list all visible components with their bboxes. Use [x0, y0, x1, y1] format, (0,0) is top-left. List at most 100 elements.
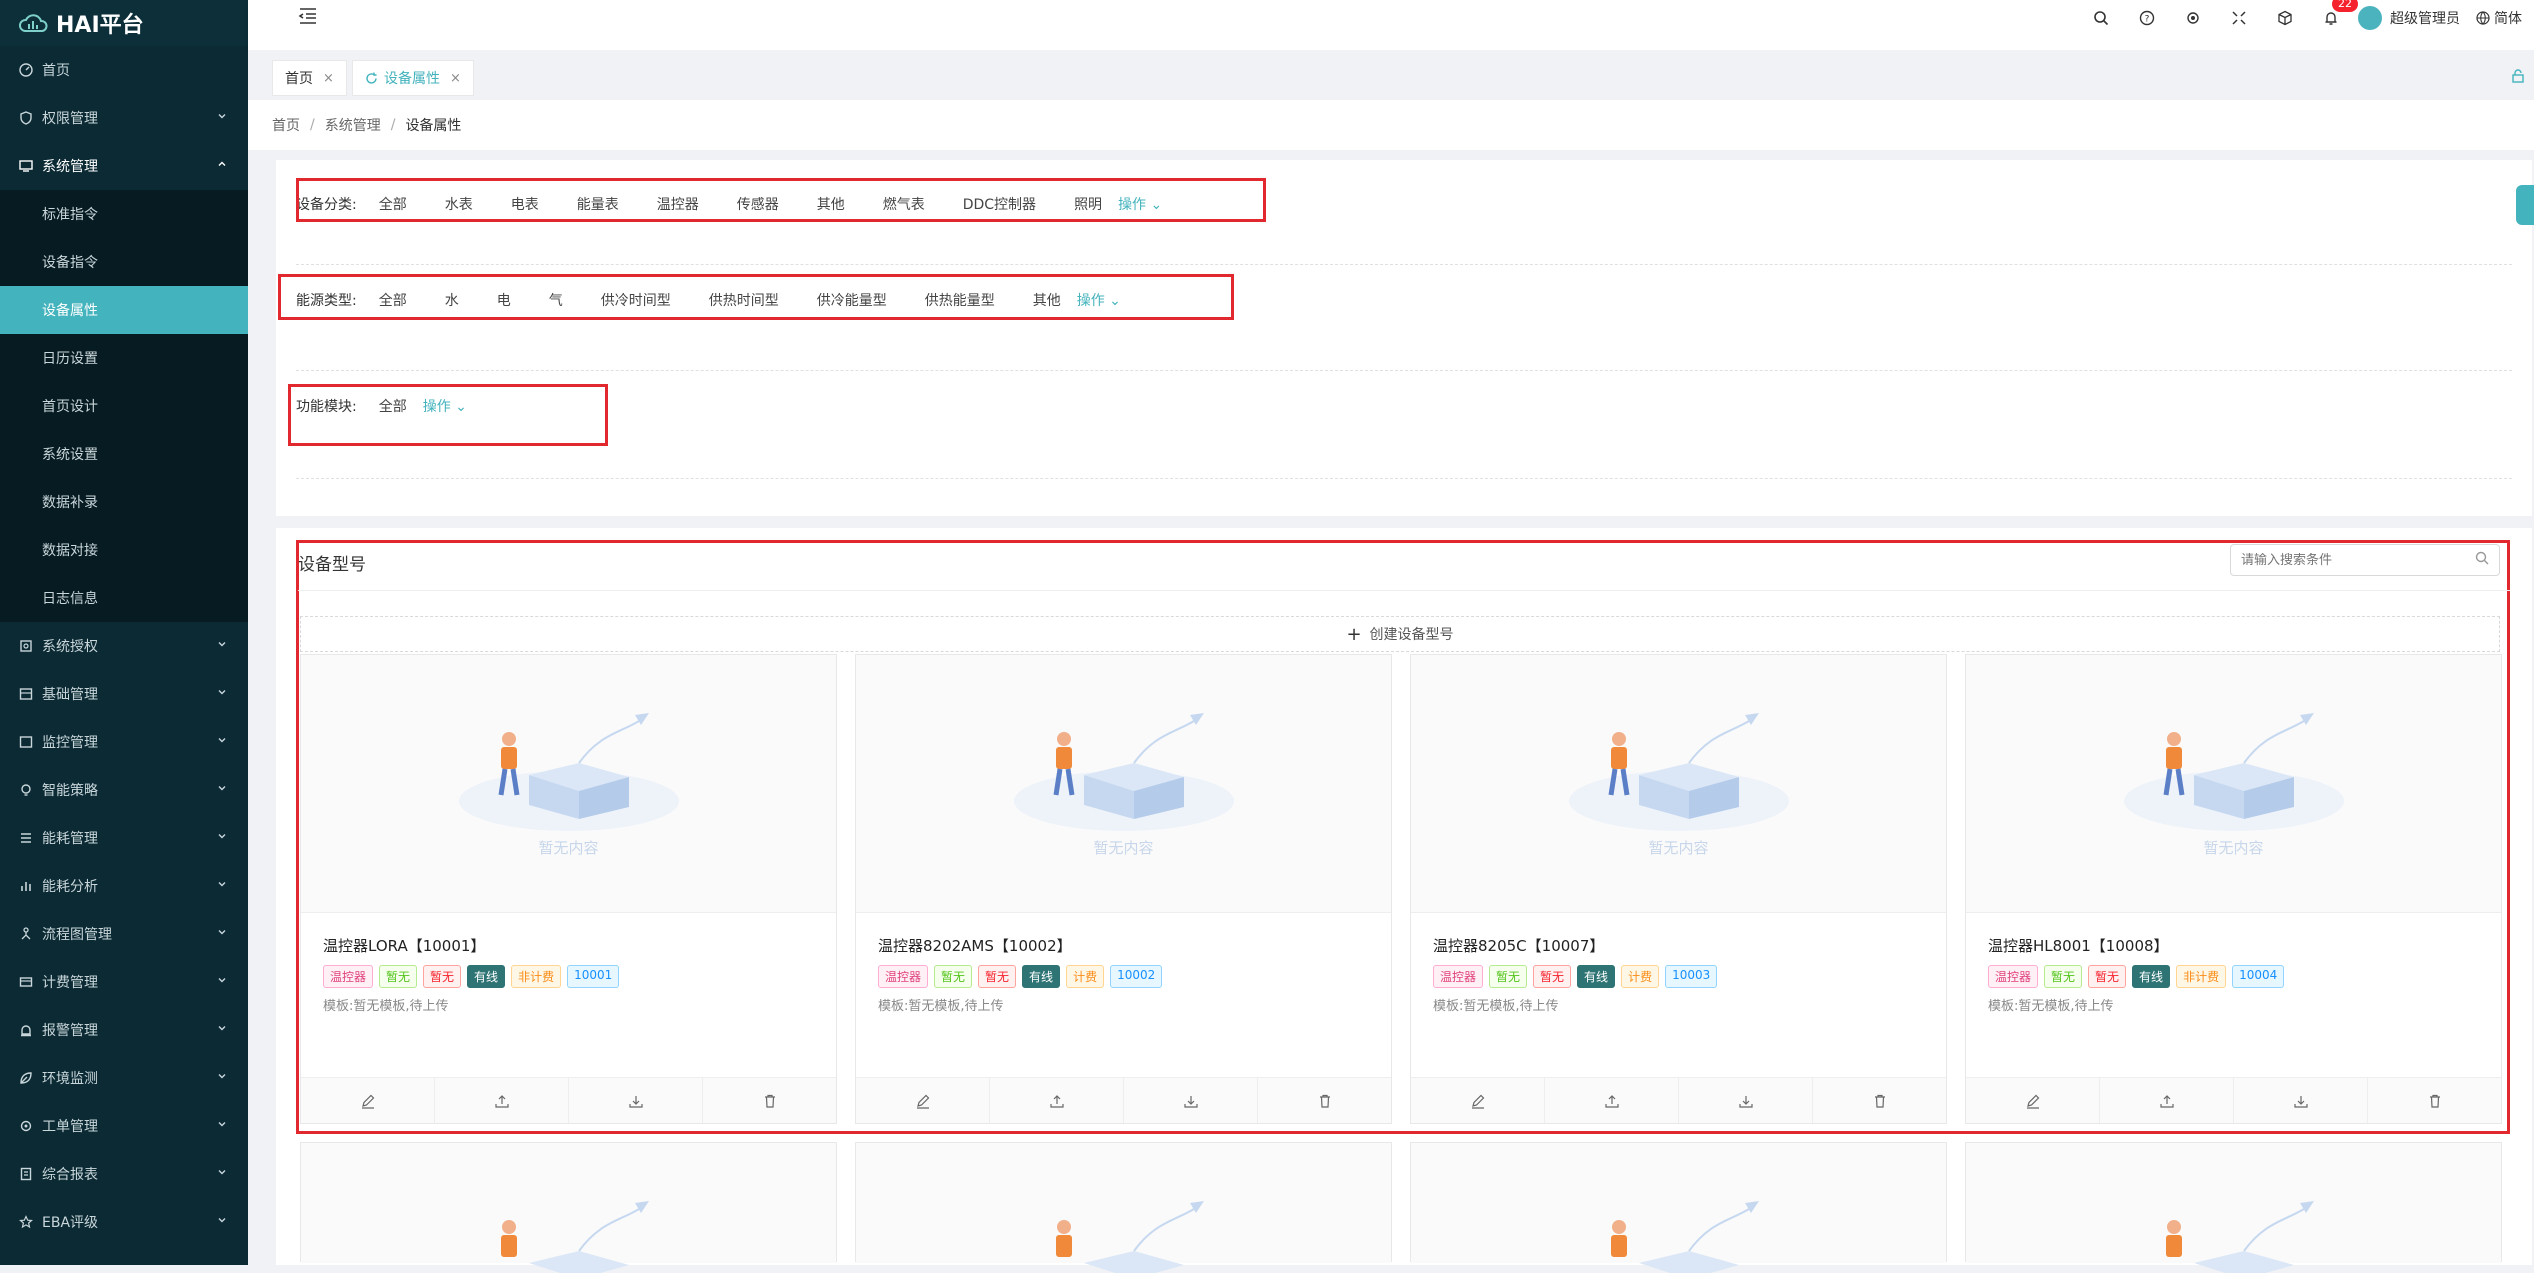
sidebar-item-authorization[interactable]: 系统授权 — [0, 622, 248, 670]
cube-icon[interactable] — [2262, 0, 2308, 36]
create-model-button[interactable]: + 创建设备型号 — [300, 616, 2500, 652]
globe-icon — [2476, 11, 2490, 25]
tag-brand: 暂无 — [379, 965, 418, 988]
notification-bell-icon[interactable]: 22 — [2308, 0, 2358, 36]
download-icon[interactable] — [569, 1078, 703, 1123]
search-box[interactable] — [2230, 544, 2500, 576]
edit-icon[interactable] — [301, 1078, 435, 1123]
search-input[interactable] — [2241, 552, 2475, 568]
top-header: ? 22 超级管理员 简体 — [248, 0, 2534, 50]
sidebar-item-basic[interactable]: 基础管理 — [0, 670, 248, 718]
card-meta: 模板:暂无模板,待上传 — [1988, 999, 2114, 1014]
upload-icon[interactable] — [1545, 1078, 1679, 1123]
sidebar-item-system[interactable]: 系统管理 — [0, 142, 248, 190]
search-icon[interactable] — [2475, 551, 2489, 569]
close-icon[interactable]: × — [450, 71, 461, 86]
download-icon[interactable] — [1679, 1078, 1813, 1123]
sidebar-item-alarm[interactable]: 报警管理 — [0, 1006, 248, 1054]
help-icon[interactable]: ? — [2124, 0, 2170, 36]
model-card[interactable] — [1410, 1142, 1947, 1273]
plus-icon: + — [1346, 623, 1362, 645]
header-right: ? 22 超级管理员 简体 — [2078, 0, 2534, 36]
grid-icon — [18, 686, 34, 702]
sidebar-subitem-standard-command[interactable]: 标准指令 — [0, 190, 248, 238]
sidebar-item-flowchart[interactable]: 流程图管理 — [0, 910, 248, 958]
tag-model: 暂无 — [2088, 965, 2127, 988]
edit-icon[interactable] — [856, 1078, 990, 1123]
model-card[interactable] — [1965, 1142, 2502, 1273]
model-card[interactable]: 暂无内容 温控器LORA【10001】 温控器 暂无 暂无 有线 非计费 100… — [300, 654, 837, 1124]
breadcrumb-home[interactable]: 首页 — [272, 115, 300, 135]
card-title: 温控器8202AMS【10002】 — [878, 937, 1072, 955]
license-icon — [18, 638, 34, 654]
sidebar-item-environment[interactable]: 环境监测 — [0, 1054, 248, 1102]
close-icon[interactable]: × — [323, 71, 334, 86]
sidebar-item-energy[interactable]: 能耗管理 — [0, 814, 248, 862]
sidebar: HAI平台 首页 权限管理 系统管理 标准指令 设备指令 设备属性 日历设置 首… — [0, 0, 248, 1265]
sidebar-subitem-data-integration[interactable]: 数据对接 — [0, 526, 248, 574]
user-menu[interactable]: 超级管理员 — [2354, 6, 2476, 30]
sidebar-subitem-system-settings[interactable]: 系统设置 — [0, 430, 248, 478]
chevron-down-icon — [216, 686, 228, 698]
delete-icon[interactable] — [703, 1078, 836, 1123]
screen-icon — [18, 734, 34, 750]
model-card[interactable] — [300, 1142, 837, 1273]
settings-drawer-tab[interactable] — [2516, 185, 2534, 225]
menu-fold-icon[interactable] — [298, 6, 318, 26]
tag-brand: 暂无 — [2044, 965, 2083, 988]
fullscreen-icon[interactable] — [2216, 0, 2262, 36]
tab-device-attribute[interactable]: 设备属性 × — [352, 60, 474, 96]
model-card[interactable]: 暂无内容 温控器8205C【10007】 温控器 暂无 暂无 有线 计费 100… — [1410, 654, 1947, 1124]
sidebar-subitem-logs[interactable]: 日志信息 — [0, 574, 248, 622]
sidebar-item-strategy[interactable]: 智能策略 — [0, 766, 248, 814]
empty-illustration: 暂无内容 — [301, 655, 836, 913]
model-card[interactable]: 暂无内容 温控器8202AMS【10002】 温控器 暂无 暂无 有线 计费 1… — [855, 654, 1392, 1124]
sidebar-item-report[interactable]: 综合报表 — [0, 1150, 248, 1198]
sidebar-subitem-device-attribute[interactable]: 设备属性 — [0, 286, 248, 334]
sidebar-subitem-home-design[interactable]: 首页设计 — [0, 382, 248, 430]
empty-text: 暂无内容 — [1648, 839, 1709, 857]
sidebar-subitem-calendar[interactable]: 日历设置 — [0, 334, 248, 382]
theme-icon[interactable] — [2170, 0, 2216, 36]
edit-icon[interactable] — [1411, 1078, 1545, 1123]
sidebar-subitem-data-supplement[interactable]: 数据补录 — [0, 478, 248, 526]
model-card[interactable]: 暂无内容 温控器HL8001【10008】 温控器 暂无 暂无 有线 非计费 1… — [1965, 654, 2502, 1124]
breadcrumb-system[interactable]: 系统管理 — [325, 115, 381, 135]
upload-icon[interactable] — [2100, 1078, 2234, 1123]
delete-icon[interactable] — [1813, 1078, 1946, 1123]
sidebar-item-permission[interactable]: 权限管理 — [0, 94, 248, 142]
language-switch[interactable]: 简体 — [2476, 8, 2534, 28]
sidebar-subitem-device-command[interactable]: 设备指令 — [0, 238, 248, 286]
tag-billing: 非计费 — [2176, 965, 2227, 988]
sidebar-item-analysis[interactable]: 能耗分析 — [0, 862, 248, 910]
sidebar-item-eba[interactable]: EBA评级 — [0, 1198, 248, 1246]
card-icon — [18, 974, 34, 990]
chevron-down-icon — [216, 830, 228, 842]
delete-icon[interactable] — [1258, 1078, 1391, 1123]
tag-type: 温控器 — [1433, 965, 1484, 988]
app-logo[interactable]: HAI平台 — [0, 0, 248, 46]
edit-icon[interactable] — [1966, 1078, 2100, 1123]
tag-model: 暂无 — [423, 965, 462, 988]
upload-icon[interactable] — [990, 1078, 1124, 1123]
sidebar-item-workorder[interactable]: 工单管理 — [0, 1102, 248, 1150]
card-actions — [856, 1077, 1391, 1123]
download-icon[interactable] — [2234, 1078, 2368, 1123]
sidebar-item-home[interactable]: 首页 — [0, 46, 248, 94]
empty-box-illustration — [1056, 1201, 1204, 1273]
search-icon[interactable] — [2078, 0, 2124, 36]
refresh-icon — [365, 72, 378, 85]
model-card[interactable] — [855, 1142, 1392, 1273]
tag-connection: 有线 — [2132, 965, 2171, 988]
sidebar-item-monitor[interactable]: 监控管理 — [0, 718, 248, 766]
lock-icon[interactable] — [2510, 68, 2526, 84]
avatar — [2358, 6, 2382, 30]
download-icon[interactable] — [1124, 1078, 1258, 1123]
svg-text:?: ? — [2145, 15, 2150, 25]
flow-icon — [18, 926, 34, 942]
upload-icon[interactable] — [435, 1078, 569, 1123]
delete-icon[interactable] — [2368, 1078, 2501, 1123]
tab-home[interactable]: 首页 × — [272, 60, 347, 96]
sidebar-item-billing[interactable]: 计费管理 — [0, 958, 248, 1006]
card-meta: 模板:暂无模板,待上传 — [878, 999, 1004, 1014]
